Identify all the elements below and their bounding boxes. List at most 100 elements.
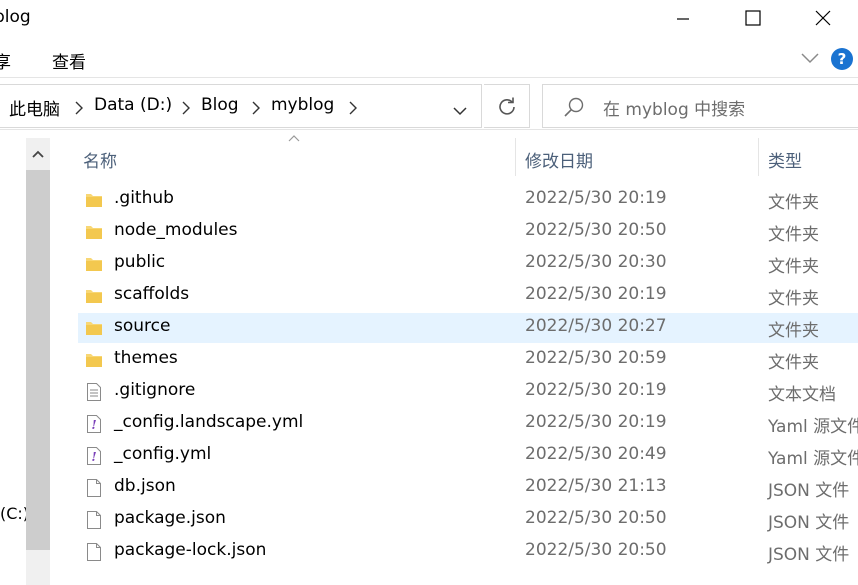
chevron-down-icon — [801, 53, 819, 64]
file-list: 名称 修改日期 类型 .github 2022/5/30 20:19 文件夹 node… — [52, 130, 858, 585]
file-modified-date: 2022/5/30 20:50 — [525, 508, 667, 528]
file-row[interactable]: .gitignore 2022/5/30 20:19 文本文档 — [78, 377, 858, 407]
file-modified-date: 2022/5/30 20:27 — [525, 316, 667, 336]
window-title: blog — [0, 7, 31, 27]
file-name: .github — [114, 188, 174, 208]
column-header-name[interactable]: 名称 — [83, 147, 117, 172]
refresh-button[interactable] — [484, 84, 530, 128]
chevron-right-icon[interactable] — [75, 100, 83, 119]
column-header-modified[interactable]: 修改日期 — [525, 147, 593, 172]
nav-item-c-drive[interactable]: (C:) — [0, 504, 29, 523]
folder-icon — [84, 254, 104, 274]
folder-icon — [84, 286, 104, 306]
file-name: package.json — [114, 508, 226, 528]
breadcrumb-myblog[interactable]: myblog — [271, 95, 334, 115]
file-type: JSON 文件 — [768, 513, 850, 533]
address-row: 此电脑 Data (D:) Blog myblog 在 myblog 中搜索 — [0, 78, 858, 130]
column-header-type[interactable]: 类型 — [768, 147, 802, 172]
yaml-file-icon: ! — [84, 446, 104, 466]
breadcrumb-blog[interactable]: Blog — [201, 95, 239, 115]
maximize-button[interactable] — [730, 0, 776, 36]
title-bar: blog — [0, 0, 858, 38]
navigation-pane: (C:) — [0, 130, 50, 585]
file-modified-date: 2022/5/30 20:19 — [525, 188, 667, 208]
file-modified-date: 2022/5/30 20:59 — [525, 348, 667, 368]
refresh-icon — [498, 97, 515, 115]
file-row[interactable]: source 2022/5/30 20:27 文件夹 — [78, 313, 858, 343]
help-button[interactable]: ? — [831, 48, 853, 70]
maximize-icon — [745, 10, 761, 26]
file-name: scaffolds — [114, 284, 190, 304]
search-icon — [563, 96, 585, 122]
svg-text:!: ! — [91, 418, 96, 432]
column-divider[interactable] — [515, 138, 516, 176]
blank-file-icon — [84, 542, 104, 562]
folder-icon — [84, 222, 104, 242]
file-row[interactable]: scaffolds 2022/5/30 20:19 文件夹 — [78, 281, 858, 311]
tab-view[interactable]: 查看 — [52, 48, 86, 73]
file-row[interactable]: package-lock.json 2022/5/30 20:50 JSON 文件 — [78, 537, 858, 567]
file-row[interactable]: package.json 2022/5/30 20:50 JSON 文件 — [78, 505, 858, 535]
file-name: source — [114, 316, 171, 336]
blank-file-icon — [84, 510, 104, 530]
scroll-up-button[interactable] — [26, 138, 50, 170]
sort-ascending-icon — [288, 135, 300, 142]
search-input[interactable]: 在 myblog 中搜索 — [603, 95, 745, 120]
breadcrumb-this-pc[interactable]: 此电脑 — [9, 95, 60, 120]
file-type: 文件夹 — [768, 225, 819, 245]
chevron-right-icon[interactable] — [349, 100, 357, 119]
file-modified-date: 2022/5/30 20:50 — [525, 220, 667, 240]
address-history-button[interactable] — [452, 101, 468, 120]
file-name: _config.yml — [114, 444, 212, 464]
file-type: Yaml 源文件 — [768, 449, 858, 469]
tab-share[interactable]: 享 — [0, 48, 11, 73]
chevron-right-icon[interactable] — [182, 100, 190, 119]
folder-icon — [84, 350, 104, 370]
file-row[interactable]: node_modules 2022/5/30 20:50 文件夹 — [78, 217, 858, 247]
folder-icon — [84, 190, 104, 210]
svg-text:!: ! — [91, 450, 96, 464]
address-bar[interactable]: 此电脑 Data (D:) Blog myblog — [0, 84, 482, 128]
chevron-right-icon[interactable] — [252, 100, 260, 119]
file-row[interactable]: ! _config.yml 2022/5/30 20:49 Yaml 源文件 — [78, 441, 858, 471]
file-row[interactable]: public 2022/5/30 20:30 文件夹 — [78, 249, 858, 279]
file-modified-date: 2022/5/30 20:19 — [525, 380, 667, 400]
close-button[interactable] — [800, 0, 846, 36]
file-type: JSON 文件 — [768, 481, 850, 501]
file-row[interactable]: themes 2022/5/30 20:59 文件夹 — [78, 345, 858, 375]
file-modified-date: 2022/5/30 20:50 — [525, 540, 667, 560]
ribbon-expand-button[interactable] — [800, 50, 820, 69]
text-file-icon — [84, 382, 104, 402]
file-name: .gitignore — [114, 380, 196, 400]
file-name: themes — [114, 348, 178, 368]
chevron-down-icon — [453, 107, 467, 116]
file-type: 文件夹 — [768, 353, 819, 373]
file-modified-date: 2022/5/30 20:49 — [525, 444, 667, 464]
breadcrumb-data-drive[interactable]: Data (D:) — [94, 95, 172, 115]
chevron-up-icon — [32, 150, 44, 158]
folder-icon — [84, 318, 104, 338]
file-type: 文件夹 — [768, 289, 819, 309]
nav-scrollbar[interactable] — [26, 138, 50, 585]
file-modified-date: 2022/5/30 21:13 — [525, 476, 667, 496]
minimize-button[interactable] — [660, 0, 706, 36]
column-divider[interactable] — [758, 138, 759, 176]
minimize-icon — [677, 18, 689, 20]
file-type: JSON 文件 — [768, 545, 850, 565]
file-row[interactable]: .github 2022/5/30 20:19 文件夹 — [78, 185, 858, 215]
file-type: 文本文档 — [768, 385, 836, 405]
file-row[interactable]: db.json 2022/5/30 21:13 JSON 文件 — [78, 473, 858, 503]
close-icon — [815, 10, 831, 26]
file-modified-date: 2022/5/30 20:19 — [525, 284, 667, 304]
file-type: Yaml 源文件 — [768, 417, 858, 437]
blank-file-icon — [84, 478, 104, 498]
scrollbar-thumb[interactable] — [26, 170, 50, 550]
file-modified-date: 2022/5/30 20:19 — [525, 412, 667, 432]
file-name: package-lock.json — [114, 540, 267, 560]
file-name: _config.landscape.yml — [114, 412, 304, 432]
yaml-file-icon: ! — [84, 414, 104, 434]
file-type: 文件夹 — [768, 257, 819, 277]
file-row[interactable]: ! _config.landscape.yml 2022/5/30 20:19 Yam… — [78, 409, 858, 439]
file-name: node_modules — [114, 220, 238, 240]
search-box[interactable]: 在 myblog 中搜索 — [542, 84, 858, 128]
